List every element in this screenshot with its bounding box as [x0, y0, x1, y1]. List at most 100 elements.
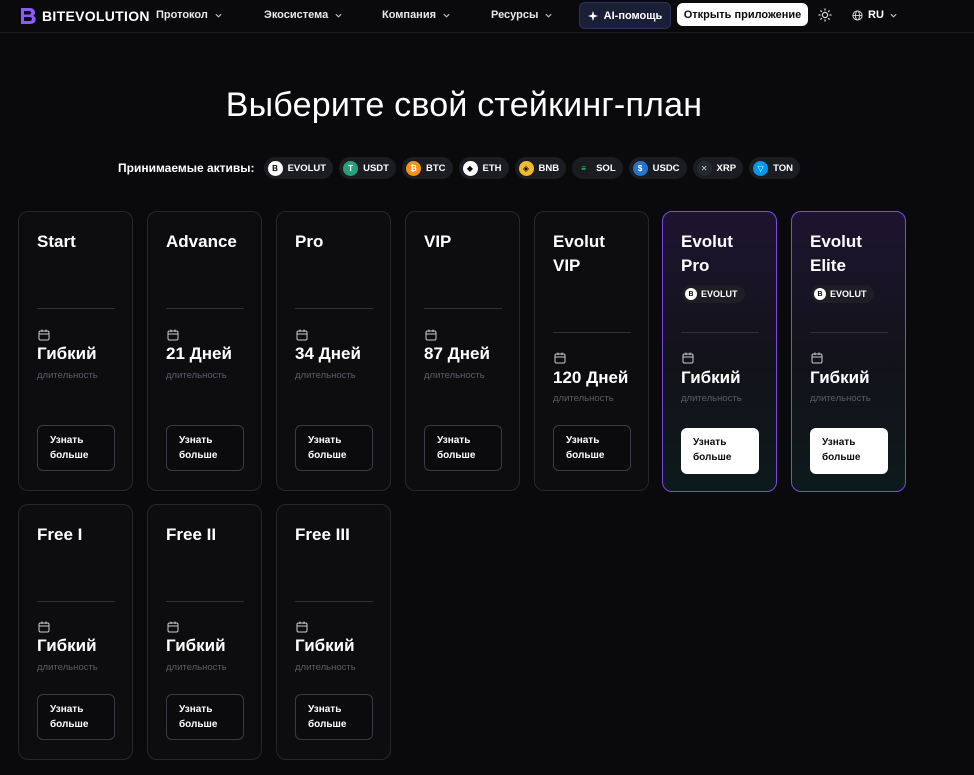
- plan-duration: Гибкий: [37, 344, 97, 363]
- ton-coin-icon: ▽: [753, 160, 769, 176]
- open-app-button[interactable]: Открыть приложение: [677, 3, 808, 26]
- asset-chip-usdc: $ USDC: [628, 157, 687, 179]
- learn-more-button[interactable]: Узнать больше: [553, 425, 631, 471]
- ai-help-button[interactable]: AI-помощь: [579, 2, 671, 29]
- plan-name: Evolut VIP: [553, 232, 605, 275]
- learn-more-button[interactable]: Узнать больше: [295, 425, 373, 471]
- chevron-down-icon: [335, 13, 342, 18]
- plan-duration-label: длительность: [37, 662, 98, 673]
- ai-help-label: AI-помощь: [603, 9, 663, 22]
- divider: [810, 332, 888, 333]
- calendar-icon: [296, 621, 308, 633]
- plan-duration-label: длительность: [166, 370, 227, 381]
- calendar-icon: [167, 621, 179, 633]
- globe-icon: [852, 9, 863, 21]
- learn-more-button[interactable]: Узнать больше: [37, 425, 115, 471]
- learn-more-button[interactable]: Узнать больше: [681, 428, 759, 474]
- learn-more-button[interactable]: Узнать больше: [166, 694, 244, 740]
- calendar-icon: [425, 329, 437, 341]
- learn-more-button[interactable]: Узнать больше: [295, 694, 373, 740]
- plan-name: Start: [37, 232, 76, 251]
- evolut-badge: B EVOLUT: [682, 285, 745, 303]
- plan-duration: Гибкий: [681, 368, 741, 387]
- plan-duration: 21 Дней: [166, 344, 232, 363]
- plan-name: Evolut Pro: [681, 232, 733, 275]
- learn-more-button[interactable]: Узнать больше: [810, 428, 888, 474]
- plan-name: Advance: [166, 232, 237, 251]
- chevron-down-icon: [215, 13, 222, 18]
- asset-chip-evolut: B EVOLUT: [263, 157, 334, 179]
- nav-protocol-label: Протокол: [156, 9, 208, 21]
- plan-card-free-2: Free II Гибкий длительность Узнать больш…: [147, 504, 262, 760]
- divider: [424, 308, 502, 309]
- chevron-down-icon: [545, 13, 552, 18]
- nav-resources[interactable]: Ресурсы: [491, 9, 553, 21]
- asset-label: EVOLUT: [287, 162, 327, 174]
- chevron-down-icon: [443, 13, 450, 18]
- asset-chip-usdt: T USDT: [339, 157, 396, 179]
- calendar-icon: [811, 352, 823, 364]
- nav-ecosystem[interactable]: Экосистема: [264, 9, 343, 21]
- plan-duration-label: длительность: [295, 662, 356, 673]
- nav-protocol[interactable]: Протокол: [156, 9, 223, 21]
- plan-name: VIP: [424, 232, 452, 251]
- chevron-down-icon: [890, 13, 897, 18]
- plan-card-pro: Pro 34 Дней длительность Узнать больше: [276, 211, 391, 491]
- plan-duration: 34 Дней: [295, 344, 361, 363]
- badge-label: EVOLUT: [830, 289, 867, 299]
- plan-duration-label: длительность: [553, 393, 614, 404]
- asset-label: USDT: [363, 162, 389, 174]
- asset-label: ETH: [482, 162, 502, 174]
- badge-label: EVOLUT: [701, 289, 738, 299]
- bnb-coin-icon: ◈: [518, 160, 534, 176]
- plan-duration-label: длительность: [810, 393, 871, 404]
- logo[interactable]: BITEVOLUTION: [18, 6, 150, 26]
- asset-chip-sol: ≡ SOL: [572, 157, 623, 179]
- plan-card-start: Start Гибкий длительность Узнать больше: [18, 211, 133, 491]
- evolut-coin-icon: B: [814, 288, 826, 300]
- asset-chip-bnb: ◈ BNB: [514, 157, 567, 179]
- logo-text: BITEVOLUTION: [42, 8, 150, 24]
- plan-duration: 87 Дней: [424, 344, 490, 363]
- plan-duration: Гибкий: [295, 636, 355, 655]
- usdt-coin-icon: T: [343, 160, 359, 176]
- usdc-coin-icon: $: [632, 160, 648, 176]
- divider: [166, 601, 244, 602]
- plan-duration: 120 Дней: [553, 368, 629, 387]
- plan-name: Free III: [295, 525, 350, 544]
- bitevolution-logo-icon: [21, 8, 36, 24]
- asset-chip-eth: ◆ ETH: [458, 157, 509, 179]
- eth-coin-icon: ◆: [462, 160, 478, 176]
- plan-name: Free I: [37, 525, 83, 544]
- language-selector[interactable]: RU: [852, 9, 898, 21]
- accepted-assets: Принимаемые активы: B EVOLUT T USDT ₿ BT…: [118, 157, 800, 179]
- plan-name: Free II: [166, 525, 217, 544]
- learn-more-button[interactable]: Узнать больше: [166, 425, 244, 471]
- divider: [681, 332, 759, 333]
- asset-chip-xrp: ✕ XRP: [692, 157, 744, 179]
- asset-label: BNB: [538, 162, 560, 174]
- learn-more-button[interactable]: Узнать больше: [424, 425, 502, 471]
- calendar-icon: [554, 352, 566, 364]
- asset-label: USDC: [652, 162, 680, 174]
- asset-label: SOL: [596, 162, 616, 174]
- asset-label: BTC: [425, 162, 446, 174]
- sun-icon[interactable]: [818, 8, 832, 22]
- evolut-badge: B EVOLUT: [811, 285, 874, 303]
- xrp-coin-icon: ✕: [696, 160, 712, 176]
- plan-duration-label: длительность: [424, 370, 485, 381]
- calendar-icon: [296, 329, 308, 341]
- learn-more-button[interactable]: Узнать больше: [37, 694, 115, 740]
- divider: [295, 601, 373, 602]
- plan-name: Evolut Elite: [810, 232, 862, 275]
- calendar-icon: [167, 329, 179, 341]
- plan-name: Pro: [295, 232, 324, 251]
- asset-label: TON: [773, 162, 793, 174]
- divider: [295, 308, 373, 309]
- plan-card-evolut-vip: Evolut VIP 120 Дней длительность Узнать …: [534, 211, 649, 491]
- nav-company[interactable]: Компания: [382, 9, 451, 21]
- evolut-coin-icon: B: [685, 288, 697, 300]
- asset-label: XRP: [716, 162, 737, 174]
- calendar-icon: [38, 621, 50, 633]
- sparkle-icon: [587, 10, 598, 21]
